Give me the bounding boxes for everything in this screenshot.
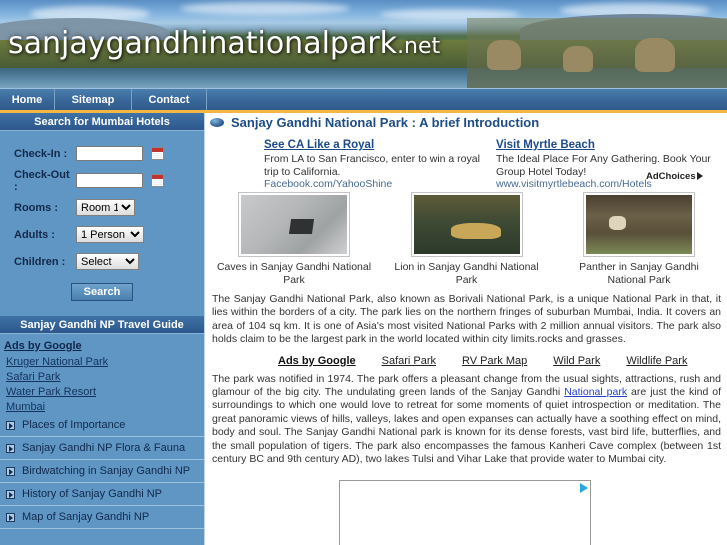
nav-item-sitemap[interactable]: Sitemap bbox=[55, 89, 132, 110]
sidebar-item-birdwatching[interactable]: Birdwatching in Sanjay Gandhi NP bbox=[0, 460, 204, 483]
inline-ad-wild-park[interactable]: Wild Park bbox=[553, 355, 600, 367]
page-title-text: Sanjay Gandhi National Park : A brief In… bbox=[231, 115, 540, 130]
calendar-icon[interactable] bbox=[151, 174, 164, 187]
disc-bullet-icon bbox=[210, 118, 224, 127]
deer-shape bbox=[635, 38, 675, 72]
sidebar-ad-link-water-park[interactable]: Water Park Resort bbox=[0, 384, 204, 399]
thumbnail-lion: Lion in Sanjay Gandhi National Park bbox=[387, 192, 547, 287]
adchoices-triangle-icon[interactable] bbox=[580, 483, 588, 493]
inline-ads-by-google-label[interactable]: Ads by Google bbox=[278, 355, 356, 367]
checkin-input[interactable] bbox=[76, 146, 143, 161]
hotel-search-heading: Search for Mumbai Hotels bbox=[0, 113, 204, 131]
national-park-link[interactable]: National park bbox=[564, 386, 627, 398]
sidebar: Search for Mumbai Hotels Check-In : Chec… bbox=[0, 113, 205, 545]
adults-row: Adults : 1 Person bbox=[0, 221, 204, 248]
top-ad-left-body: From LA to San Francisco, enter to win a… bbox=[264, 153, 480, 178]
nav-item-home[interactable]: Home bbox=[0, 89, 55, 110]
hotel-search-button[interactable]: Search bbox=[71, 283, 133, 301]
sidebar-item-history[interactable]: History of Sanjay Gandhi NP bbox=[0, 483, 204, 506]
top-ad-left-title[interactable]: See CA Like a Royal bbox=[264, 138, 489, 152]
hotel-search-form: Check-In : Check-Out : Rooms : Room 1 Ad… bbox=[0, 131, 204, 307]
top-ad-left: See CA Like a Royal From LA to San Franc… bbox=[264, 138, 489, 190]
sidebar-ads-by-google-label[interactable]: Ads by Google bbox=[0, 340, 204, 354]
deer-shape bbox=[487, 40, 521, 70]
adults-label: Adults : bbox=[14, 228, 55, 241]
rooms-row: Rooms : Room 1 bbox=[0, 194, 204, 221]
sidebar-ad-link-safari[interactable]: Safari Park bbox=[0, 369, 204, 384]
arrow-box-icon bbox=[6, 443, 15, 453]
sidebar-ad-link-mumbai[interactable]: Mumbai bbox=[0, 399, 204, 414]
lion-image bbox=[413, 195, 520, 254]
site-title: sanjaygandhinationalpark.net bbox=[8, 26, 440, 61]
intro-paragraph: The Sanjay Gandhi National Park, also kn… bbox=[212, 293, 721, 346]
arrow-box-icon bbox=[6, 489, 15, 499]
main-content: Sanjay Gandhi National Park : A brief In… bbox=[206, 113, 727, 545]
inline-ad-safari-park[interactable]: Safari Park bbox=[382, 355, 436, 367]
top-ad-right-title[interactable]: Visit Myrtle Beach bbox=[496, 138, 721, 152]
sidebar-item-map[interactable]: Map of Sanjay Gandhi NP bbox=[0, 506, 204, 529]
thumbnail-caves: Caves in Sanjay Gandhi National Park bbox=[214, 192, 374, 287]
main-navigation: Home Sitemap Contact bbox=[0, 88, 727, 110]
arrow-box-icon bbox=[6, 512, 15, 522]
thumbnail-frame[interactable] bbox=[238, 192, 350, 257]
children-row: Children : Select bbox=[0, 248, 204, 275]
thumbnail-frame[interactable] bbox=[410, 192, 523, 257]
top-ad-left-url: Facebook.com/YahooShine bbox=[264, 178, 393, 190]
adchoices-button[interactable]: AdChoices bbox=[646, 171, 703, 182]
checkin-row: Check-In : bbox=[0, 140, 204, 167]
site-title-main: sanjaygandhinationalpark bbox=[8, 26, 398, 61]
checkout-input[interactable] bbox=[76, 173, 143, 188]
sidebar-ad-link-kruger[interactable]: Kruger National Park bbox=[0, 354, 204, 369]
children-select[interactable]: Select bbox=[76, 253, 139, 270]
site-title-tld: .net bbox=[397, 34, 441, 59]
adchoices-label: AdChoices bbox=[646, 171, 696, 182]
adchoices-triangle-icon bbox=[696, 172, 703, 180]
search-button-row: Search bbox=[0, 275, 204, 301]
travel-guide-heading: Sanjay Gandhi NP Travel Guide bbox=[0, 316, 204, 334]
sidebar-links: Ads by Google Kruger National Park Safar… bbox=[0, 334, 204, 529]
page-title: Sanjay Gandhi National Park : A brief In… bbox=[206, 113, 727, 130]
thumbnail-panther: Panther in Sanjay Gandhi National Park bbox=[559, 192, 719, 287]
site-banner: sanjaygandhinationalpark.net bbox=[0, 0, 727, 88]
sidebar-item-label: Places of Importance bbox=[22, 419, 126, 431]
sidebar-item-label: Sanjay Gandhi NP Flora & Fauna bbox=[22, 442, 186, 454]
arrow-box-icon bbox=[6, 420, 15, 430]
checkin-label: Check-In : bbox=[14, 147, 68, 160]
inline-ad-rv-park-map[interactable]: RV Park Map bbox=[462, 355, 527, 367]
top-ad-block: See CA Like a Royal From LA to San Franc… bbox=[264, 138, 724, 190]
calendar-icon[interactable] bbox=[151, 147, 164, 160]
caves-image bbox=[241, 195, 347, 254]
sidebar-item-label: Map of Sanjay Gandhi NP bbox=[22, 511, 150, 523]
rooms-label: Rooms : bbox=[14, 201, 58, 214]
arrow-box-icon bbox=[6, 466, 15, 476]
sidebar-item-label: Birdwatching in Sanjay Gandhi NP bbox=[22, 465, 191, 477]
top-ad-right: Visit Myrtle Beach The Ideal Place For A… bbox=[496, 138, 721, 190]
thumbnail-caption: Panther in Sanjay Gandhi National Park bbox=[579, 261, 699, 286]
sidebar-item-label: History of Sanjay Gandhi NP bbox=[22, 488, 163, 500]
sidebar-item-flora-fauna[interactable]: Sanjay Gandhi NP Flora & Fauna bbox=[0, 437, 204, 460]
checkout-label: Check-Out : bbox=[14, 168, 70, 193]
panther-image bbox=[586, 195, 692, 254]
thumbnail-caption: Lion in Sanjay Gandhi National Park bbox=[394, 261, 539, 286]
thumbnail-caption: Caves in Sanjay Gandhi National Park bbox=[216, 261, 372, 286]
deer-photo-overlay bbox=[467, 18, 727, 88]
second-paragraph: The park was notified in 1974. The park … bbox=[206, 367, 727, 467]
rooms-select[interactable]: Room 1 bbox=[76, 199, 135, 216]
thumbnail-frame[interactable] bbox=[583, 192, 695, 257]
sidebar-item-places-of-importance[interactable]: Places of Importance bbox=[0, 414, 204, 437]
thumbnail-gallery: Caves in Sanjay Gandhi National Park Lio… bbox=[206, 186, 727, 287]
cloud-shape bbox=[180, 2, 350, 15]
inline-ad-wildlife-park[interactable]: Wildlife Park bbox=[626, 355, 687, 367]
bottom-ad-frame[interactable] bbox=[339, 480, 591, 545]
deer-shape bbox=[563, 46, 593, 72]
adults-select[interactable]: 1 Person bbox=[76, 226, 144, 243]
inline-ads-row: Ads by Google Safari Park RV Park Map Wi… bbox=[206, 347, 727, 367]
checkout-row: Check-Out : bbox=[0, 167, 204, 194]
children-label: Children : bbox=[14, 255, 66, 268]
nav-item-contact[interactable]: Contact bbox=[132, 89, 207, 110]
